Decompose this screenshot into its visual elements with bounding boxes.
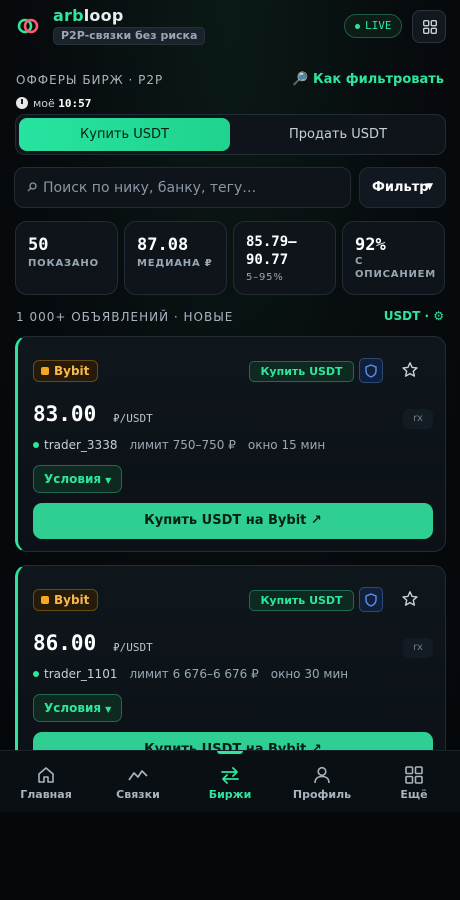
token-settings-button[interactable]: USDT · ⚙	[384, 309, 444, 323]
live-dot-icon	[355, 24, 360, 29]
exchange-arrows-icon	[221, 767, 239, 784]
live-status-badge: LIVE	[344, 14, 402, 38]
local-time: моё 10:57	[16, 97, 91, 110]
search-input[interactable]	[41, 168, 341, 207]
header: arbloop P2P-связки без риска LIVE	[0, 0, 460, 55]
filter-button[interactable]: Фильтр ▼	[359, 167, 446, 208]
side-tag: Купить USDT	[249, 590, 354, 611]
offer-window: окно 15 мин	[247, 438, 326, 452]
offer-limit: лимит 750–750 ₽	[129, 438, 236, 452]
stat-shown: 50 ПОКАЗАНО	[15, 221, 118, 295]
online-dot-icon	[33, 671, 39, 677]
bottom-nav: Главная Связки Биржи Профиль Ещё	[0, 750, 460, 812]
nav-item-exchanges[interactable]: Биржи	[184, 751, 276, 813]
offer-meta: trader_3338 лимит 750–750 ₽ окно 15 мин	[33, 438, 325, 452]
buy-on-exchange-button[interactable]: Купить USDT на Bybit ↗	[33, 503, 433, 539]
trader-name[interactable]: trader_3338	[44, 438, 117, 452]
offer-card: Bybit Купить USDT 86.00 ₽/USDT rx trader…	[15, 565, 446, 750]
price-unit: ₽/USDT	[113, 412, 153, 425]
trader-name[interactable]: trader_1101	[44, 667, 117, 681]
stat-range: 85.79–90.77 5–95%	[233, 221, 336, 295]
conditions-button[interactable]: Условия ▼	[33, 694, 122, 722]
tab-sell-usdt[interactable]: Продать USDT	[232, 118, 444, 151]
buy-on-exchange-button[interactable]: Купить USDT на Bybit ↗	[33, 732, 433, 750]
clock-icon	[16, 97, 28, 109]
grid-icon	[423, 20, 437, 34]
offer-meta: trader_1101 лимит 6 676–6 676 ₽ окно 30 ми…	[33, 667, 348, 681]
side-tag: Купить USDT	[249, 361, 354, 382]
nav-item-home[interactable]: Главная	[0, 751, 92, 813]
home-icon	[38, 767, 54, 783]
offer-limit: лимит 6 676–6 676 ₽	[129, 667, 259, 681]
chevron-down-icon: ▼	[426, 182, 433, 192]
list-title: 1 000+ ОБЪЯВЛЕНИЙ · НОВЫЕ	[16, 310, 234, 324]
buy-sell-toggle: Купить USDT Продать USDT	[15, 114, 446, 155]
stat-with-description: 92% С ОПИСАНИЕМ	[342, 221, 445, 295]
chevron-down-icon: ▼	[105, 476, 112, 485]
tab-buy-usdt[interactable]: Купить USDT	[19, 118, 230, 151]
verified-shield-icon	[359, 587, 383, 612]
section-title: ОФФЕРЫ БИРЖ · P2P	[16, 73, 164, 87]
conditions-button[interactable]: Условия ▼	[33, 465, 122, 493]
online-dot-icon	[33, 442, 39, 448]
rx-badge: rx	[403, 409, 433, 429]
favorite-star-icon[interactable]	[401, 590, 419, 608]
stat-median: 87.08 МЕДИАНА ₽	[124, 221, 227, 295]
brand-name: arbloop	[53, 6, 124, 25]
filter-help-link[interactable]: 🔎 Как фильтровать	[292, 72, 444, 87]
search-icon	[27, 182, 37, 192]
chevron-down-icon: ▼	[105, 705, 112, 714]
offer-price: 83.00	[33, 402, 97, 426]
logo-icon	[17, 18, 39, 34]
rx-badge: rx	[403, 638, 433, 658]
exchange-badge: Bybit	[33, 360, 99, 382]
nav-item-bundles[interactable]: Связки	[92, 751, 184, 813]
user-icon	[314, 766, 330, 784]
offer-price: 86.00	[33, 631, 97, 655]
nav-item-profile[interactable]: Профиль	[276, 751, 368, 813]
app-screen: arbloop P2P-связки без риска LIVE ОФФЕРЫ…	[0, 0, 460, 750]
nav-item-more[interactable]: Ещё	[368, 751, 460, 813]
offer-window: окно 30 мин	[270, 667, 349, 681]
exchange-badge: Bybit	[33, 589, 99, 611]
favorite-star-icon[interactable]	[401, 361, 419, 379]
bottom-safe-area	[0, 812, 460, 900]
tagline-badge: P2P-связки без риска	[53, 27, 206, 45]
grid-icon	[405, 766, 423, 784]
apps-button[interactable]	[412, 10, 446, 43]
price-unit: ₽/USDT	[113, 641, 153, 654]
search-box	[14, 167, 351, 208]
chart-line-icon	[128, 770, 148, 781]
verified-shield-icon	[359, 358, 383, 383]
offer-card: Bybit Купить USDT 83.00 ₽/USDT rx trader…	[15, 336, 446, 552]
